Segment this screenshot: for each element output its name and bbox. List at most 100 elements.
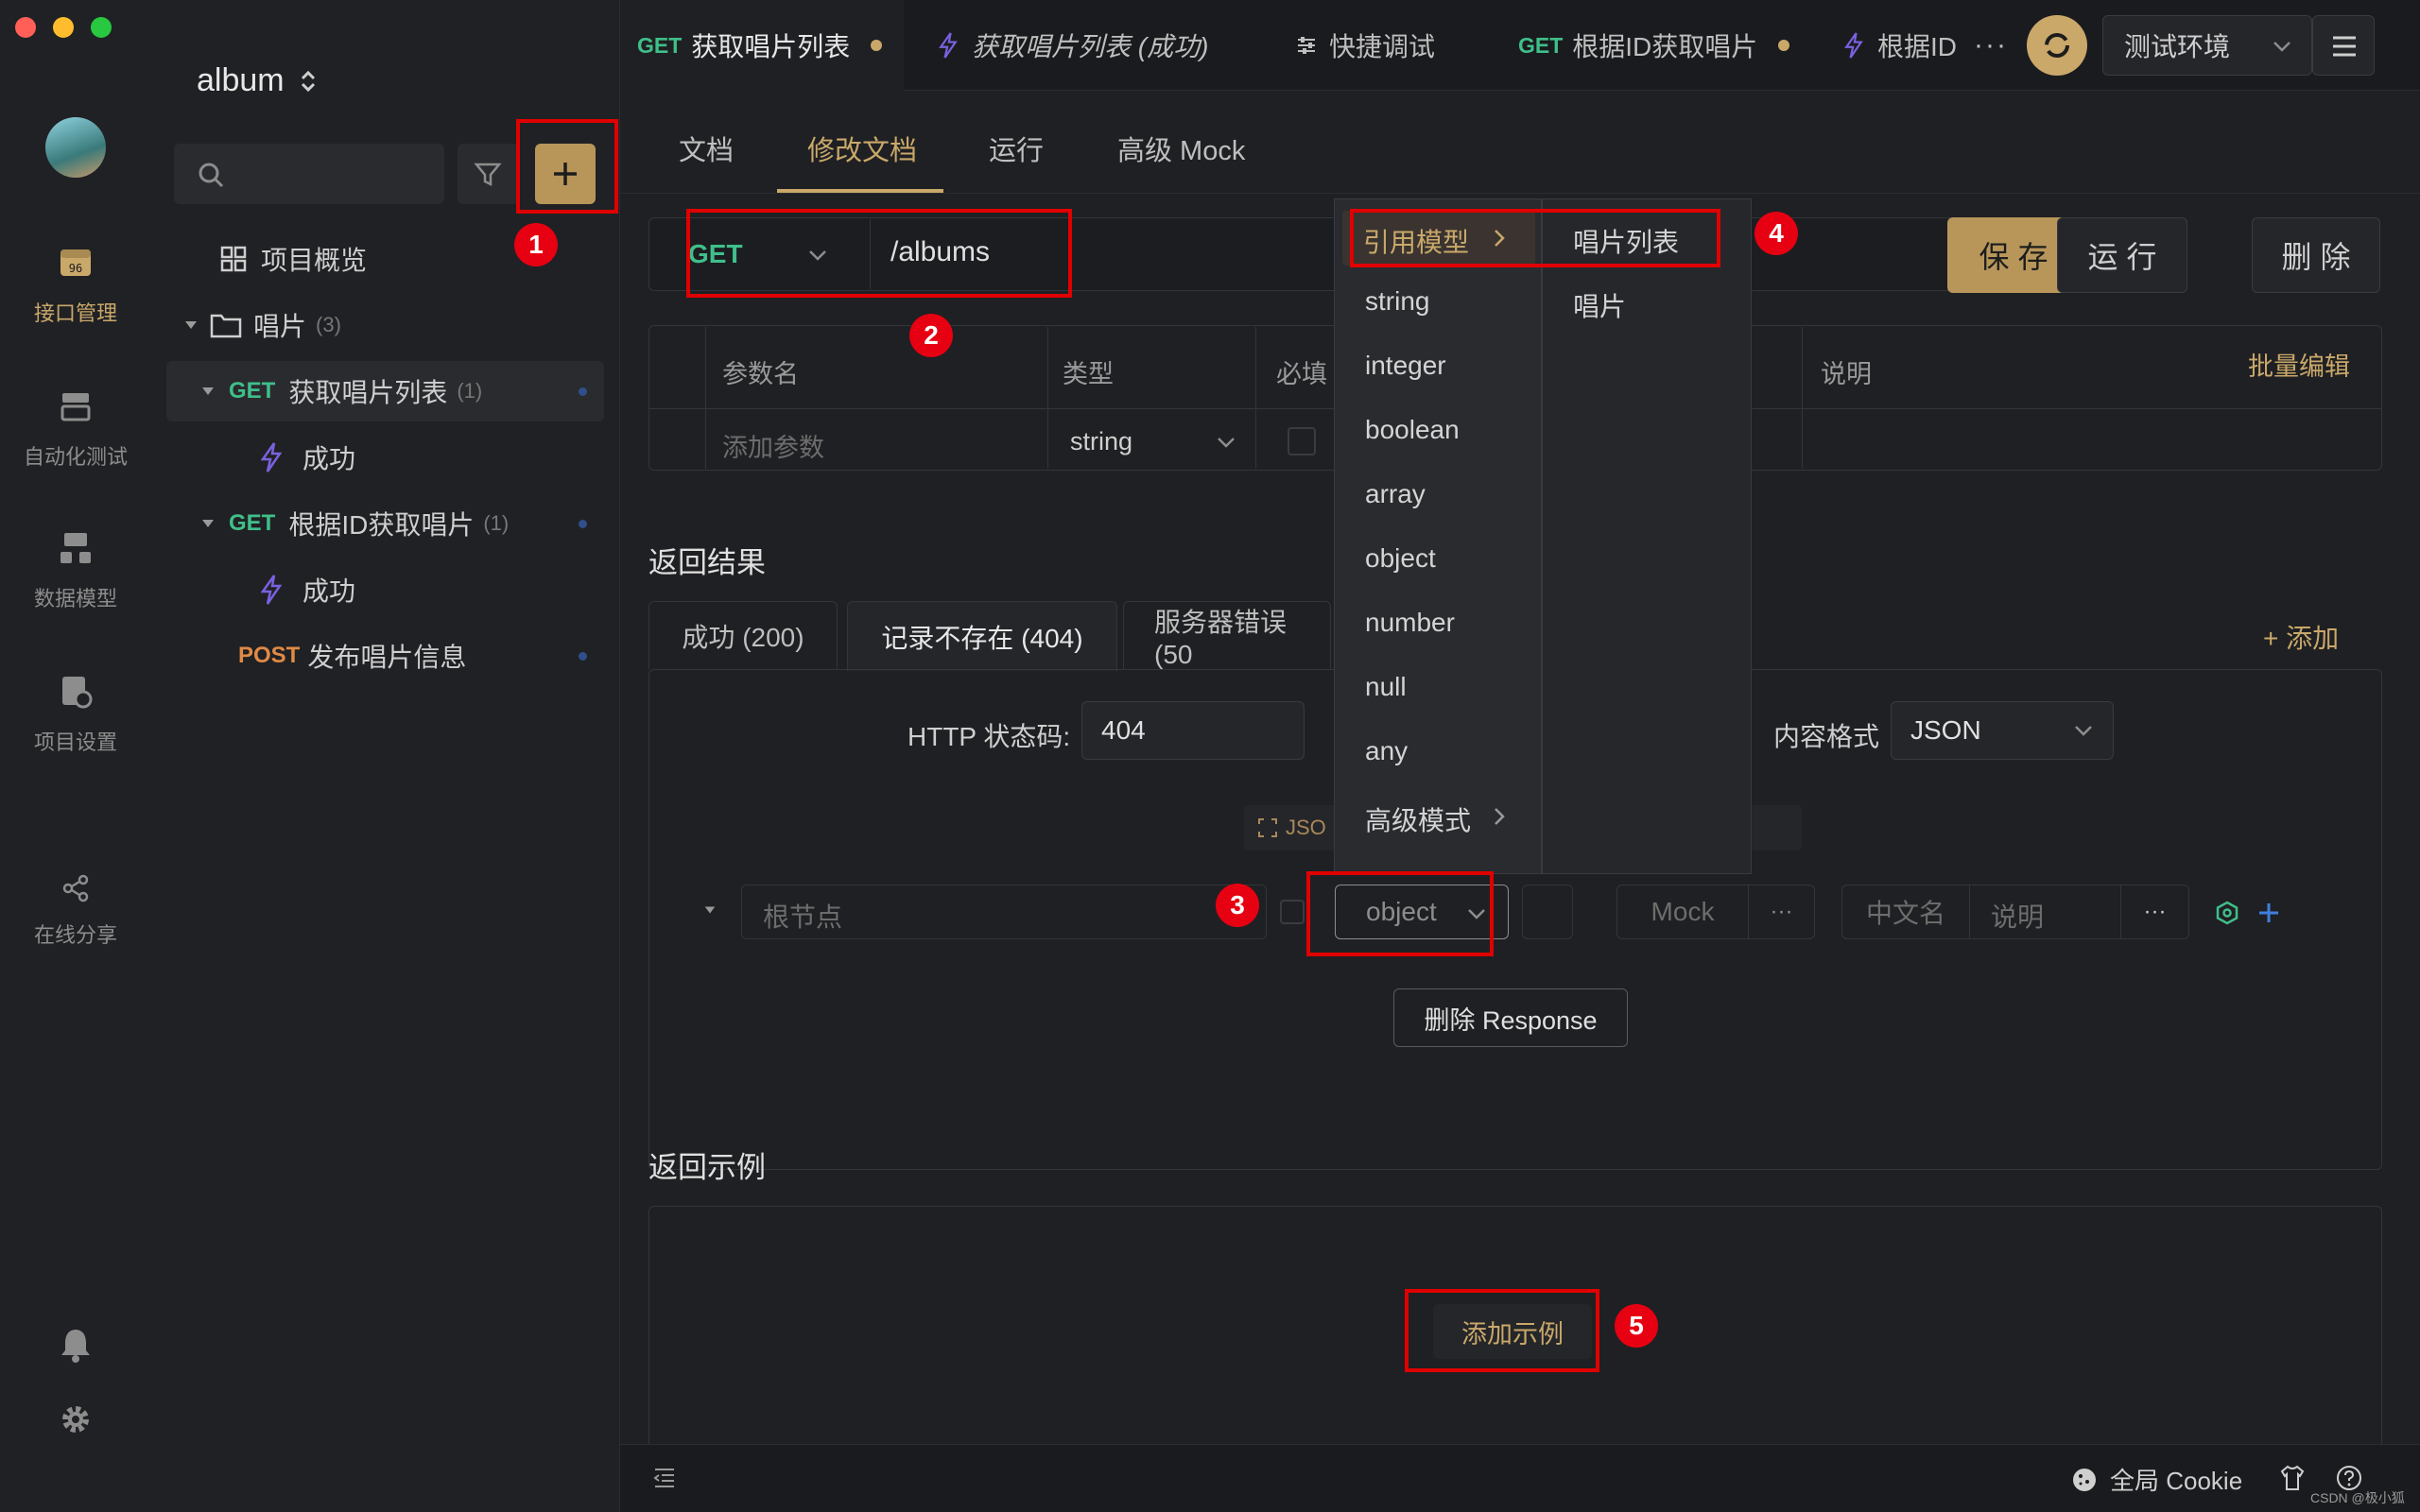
generate-from-json-button[interactable]: JSO — [1244, 805, 1339, 850]
menu-item-object[interactable]: object — [1365, 543, 1436, 574]
environment-select[interactable]: 测试环境 — [2102, 15, 2312, 76]
rail-item-automation[interactable]: 自动化测试 — [0, 387, 151, 471]
menu-item-number[interactable]: number — [1365, 608, 1455, 638]
http-status-input[interactable]: 404 — [1081, 701, 1305, 760]
menu-item-null[interactable]: null — [1365, 672, 1407, 702]
rail-item-data-model[interactable]: 数据模型 — [0, 529, 151, 612]
tree-item-get-album-list[interactable]: GET 获取唱片列表 (1) — [166, 361, 604, 421]
row-more-button[interactable]: ··· — [2121, 885, 2189, 939]
mock-input[interactable]: Mock — [1616, 885, 1749, 939]
more-tabs-button[interactable]: ··· — [1974, 0, 2008, 91]
required-checkbox[interactable] — [1280, 900, 1305, 924]
divider — [1047, 327, 1048, 469]
menu-item-boolean[interactable]: boolean — [1365, 415, 1460, 445]
rail-item-share[interactable]: 在线分享 — [0, 873, 151, 949]
tree-item-case-success[interactable]: 成功 — [166, 427, 604, 488]
subtab-advanced-mock[interactable]: 高级 Mock — [1117, 129, 1245, 168]
hamburger-icon — [2333, 36, 2356, 57]
tree-item-post-album[interactable]: POST 发布唱片信息 — [166, 626, 604, 686]
add-field-icon[interactable] — [2256, 900, 2282, 926]
response-tab-404[interactable]: 记录不存在 (404) — [847, 601, 1117, 671]
tab-get-album-list[interactable]: GET 获取唱片列表 — [620, 0, 904, 91]
tab-get-album-by-id[interactable]: GET 根据ID获取唱片 — [1518, 0, 1790, 91]
caret-down-icon[interactable] — [703, 903, 717, 917]
menu-item-array[interactable]: array — [1365, 479, 1426, 509]
response-tab-200[interactable]: 成功 (200) — [648, 601, 838, 669]
menu-button[interactable] — [2312, 15, 2375, 76]
rail-item-label: 接口管理 — [33, 301, 117, 325]
rail-item-api[interactable]: 96 接口管理 — [0, 244, 151, 327]
sync-button[interactable] — [2027, 15, 2087, 76]
unsaved-dot — [871, 40, 883, 51]
param-type-select[interactable]: string — [1070, 427, 1235, 456]
tree-item-case-success-2[interactable]: 成功 — [166, 559, 604, 620]
collapse-sidebar-icon[interactable] — [652, 1466, 677, 1490]
col-header-type: 类型 — [1063, 360, 1114, 388]
settings-hex-icon[interactable] — [2214, 900, 2240, 926]
tab-label: 根据ID — [1877, 32, 1958, 61]
mock-more-button[interactable]: ··· — [1749, 885, 1815, 939]
highlight-box-5 — [1405, 1289, 1599, 1372]
grid-icon — [220, 246, 247, 272]
annotation-badge-1: 1 — [514, 223, 558, 266]
add-param-input[interactable]: 添加参数 — [722, 427, 824, 464]
http-status-label: HTTP 状态码: — [908, 722, 1071, 751]
avatar[interactable] — [45, 117, 106, 178]
menu-item-advanced-mode[interactable]: 高级模式 — [1365, 800, 1471, 838]
subtab-edit-docs[interactable]: 修改文档 — [807, 129, 917, 168]
tab-get-album-list-success[interactable]: 获取唱片列表 (成功) — [936, 0, 1208, 91]
delete-response-button[interactable]: 删除 Response — [1393, 988, 1628, 1047]
tree-item-get-album-by-id[interactable]: GET 根据ID获取唱片 (1) — [166, 493, 604, 554]
global-cookie-button[interactable]: 全局 Cookie — [2070, 1462, 2242, 1497]
required-checkbox[interactable] — [1288, 427, 1316, 455]
tree-item-label: 发布唱片信息 — [307, 643, 467, 672]
search-input[interactable] — [174, 144, 444, 204]
share-icon — [62, 874, 89, 902]
preview-toggle[interactable] — [1745, 805, 1802, 850]
menu-item-any[interactable]: any — [1365, 736, 1408, 766]
submenu-item-album[interactable]: 唱片 — [1573, 286, 1626, 324]
response-tab-500[interactable]: 服务器错误 (50 — [1123, 601, 1331, 669]
scan-icon — [1258, 818, 1277, 837]
subtab-docs[interactable]: 文档 — [679, 129, 734, 168]
close-window-button[interactable] — [15, 17, 36, 38]
root-node-input[interactable]: 根节点 — [741, 885, 1267, 939]
tree-item-label: 成功 — [302, 576, 356, 606]
menu-item-integer[interactable]: integer — [1365, 351, 1446, 381]
tab-by-id-case[interactable]: 根据ID — [1841, 0, 1957, 91]
run-button[interactable]: 运 行 — [2057, 217, 2187, 293]
subtab-run[interactable]: 运行 — [989, 129, 1044, 168]
tab-label: 快捷调试 — [1329, 32, 1436, 61]
nullable-toggle[interactable] — [1522, 885, 1573, 939]
tab-label: 获取唱片列表 — [691, 32, 851, 61]
project-switcher[interactable]: album — [197, 62, 319, 99]
data-model-icon — [60, 533, 91, 563]
bell-icon[interactable] — [59, 1327, 93, 1363]
tree-folder[interactable]: 唱片 (3) — [166, 295, 604, 355]
tree-item-label: 成功 — [302, 444, 356, 473]
content-format-select[interactable]: JSON — [1891, 701, 2114, 760]
filter-button[interactable] — [458, 144, 518, 204]
tree-item-label: 项目概览 — [261, 246, 368, 275]
description-input[interactable]: 说明 — [1970, 885, 2121, 939]
bolt-icon — [260, 442, 283, 472]
chinese-name-input[interactable]: 中文名 — [1841, 885, 1970, 939]
tree-item-label: 获取唱片列表 — [288, 378, 448, 407]
tab-quick-debug[interactable]: 快捷调试 — [1295, 0, 1435, 91]
zoom-window-button[interactable] — [91, 17, 112, 38]
filter-icon — [474, 163, 502, 187]
more-icon: ··· — [1974, 29, 2008, 60]
delete-button[interactable]: 删 除 — [2252, 217, 2380, 293]
unsaved-dot — [579, 519, 587, 528]
divider — [1255, 327, 1256, 469]
menu-item-string[interactable]: string — [1365, 286, 1429, 317]
add-response-link[interactable]: + 添加 — [2263, 618, 2339, 656]
caret-down-icon — [202, 387, 214, 395]
tree-folder-count: (3) — [316, 313, 341, 336]
shirt-icon[interactable] — [2278, 1464, 2307, 1492]
method-badge: GET — [229, 378, 276, 404]
bulk-edit-link[interactable]: 批量编辑 — [2248, 346, 2350, 383]
minimize-window-button[interactable] — [53, 17, 74, 38]
rail-item-project-settings[interactable]: 项目设置 — [0, 673, 151, 756]
gear-icon[interactable] — [59, 1402, 93, 1436]
